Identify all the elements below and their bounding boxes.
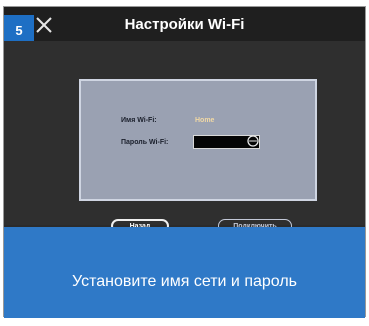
- page-title: Настройки Wi-Fi: [124, 16, 245, 33]
- device-screen: Имя Wi-Fi: Home Пароль Wi-Fi: Назад Подк…: [4, 41, 365, 233]
- instruction-text: Установите имя сети и пароль: [72, 273, 297, 290]
- password-label: Пароль Wi-Fi:: [121, 139, 169, 146]
- ssid-value[interactable]: Home: [195, 117, 214, 124]
- wifi-settings-screen: 5 Настройки Wi-Fi Имя Wi-Fi: Home Пароль…: [3, 6, 366, 318]
- eye-icon[interactable]: [246, 134, 260, 148]
- header-bar: 5 Настройки Wi-Fi: [4, 7, 365, 45]
- ssid-label: Имя Wi-Fi:: [121, 117, 157, 124]
- instruction-banner: Установите имя сети и пароль: [4, 227, 365, 318]
- wifi-dialog: Имя Wi-Fi: Home Пароль Wi-Fi: Назад Подк…: [79, 79, 317, 233]
